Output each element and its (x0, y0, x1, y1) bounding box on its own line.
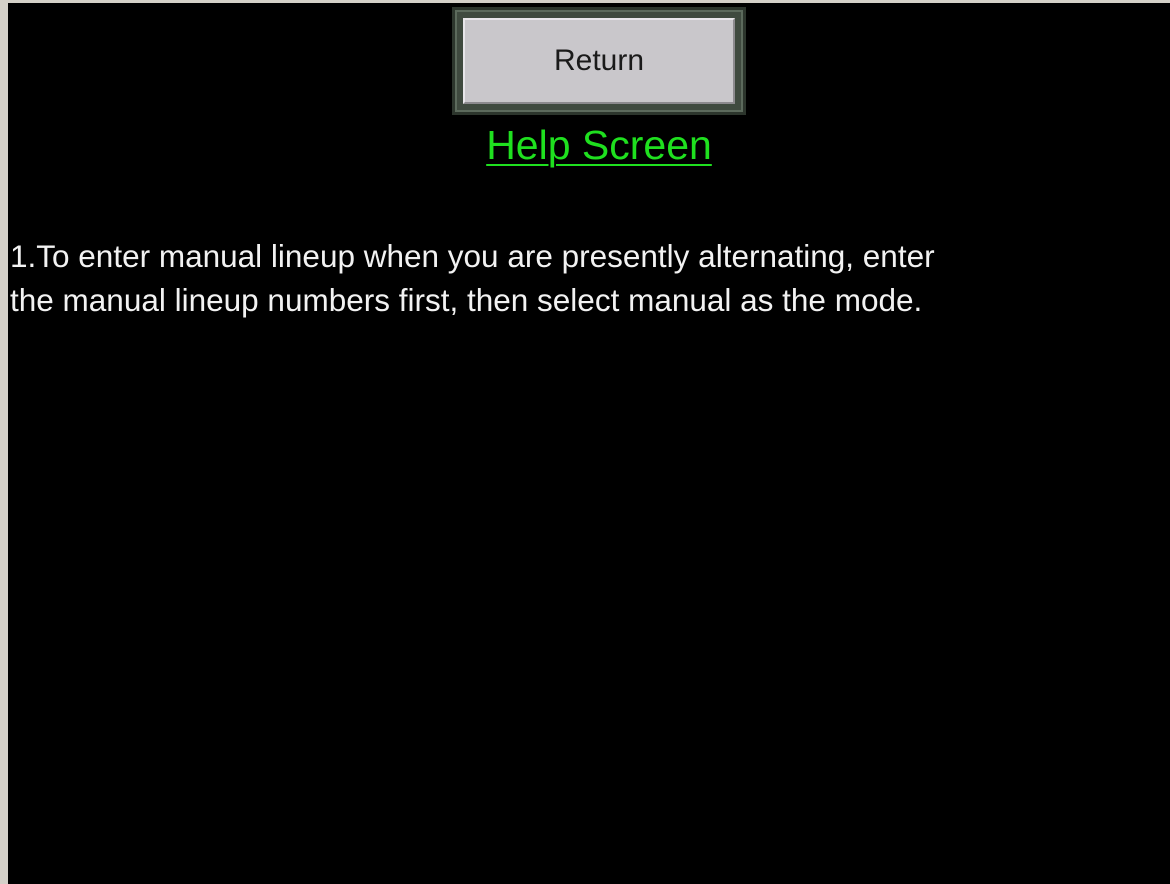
page-title: Help Screen (486, 122, 712, 168)
help-text: 1.To enter manual lineup when you are pr… (10, 234, 1170, 322)
help-line: 1.To enter manual lineup when you are pr… (10, 238, 935, 274)
window-top-edge (0, 0, 1170, 3)
return-button-frame: Return (452, 7, 746, 115)
return-button[interactable]: Return (463, 18, 735, 104)
help-line: the manual lineup numbers first, then se… (10, 282, 923, 318)
help-screen: Return Help Screen 1.To enter manual lin… (0, 0, 1170, 884)
